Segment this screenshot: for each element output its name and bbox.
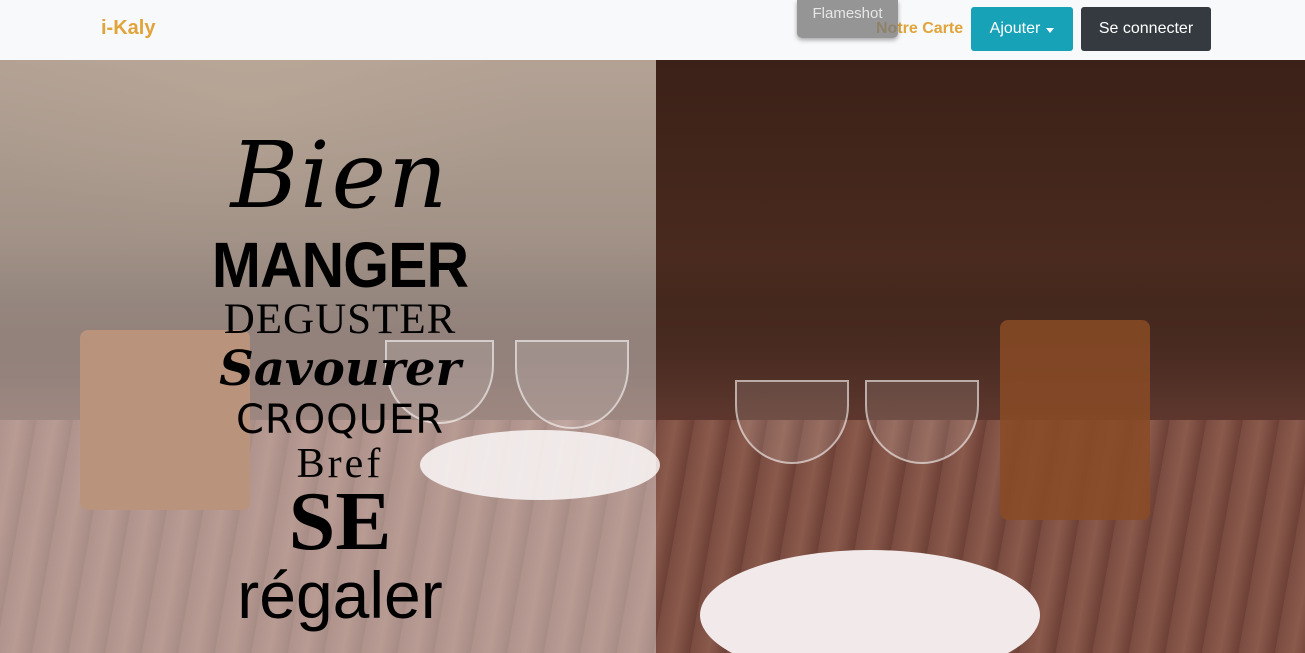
- ajouter-dropdown-button[interactable]: Ajouter: [971, 7, 1073, 51]
- slogan-word: SE: [288, 475, 392, 568]
- hero-slogan: Bien MANGER DEGUSTER Savourer CROQUER Br…: [200, 120, 480, 630]
- brand-logo[interactable]: i-Kaly: [101, 17, 155, 40]
- navbar: i-Kaly Notre Carte Ajouter Se connecter: [0, 0, 1305, 60]
- slogan-word: Savourer: [219, 341, 461, 397]
- ajouter-label: Ajouter: [989, 20, 1041, 37]
- slogan-word: CROQUER: [235, 397, 445, 443]
- caret-down-icon: [1046, 27, 1055, 33]
- slogan-word: DEGUSTER: [223, 296, 457, 343]
- login-button[interactable]: Se connecter: [1081, 7, 1211, 51]
- flameshot-tooltip: Flameshot: [797, 0, 898, 38]
- hero-banner: Bien MANGER DEGUSTER Savourer CROQUER Br…: [0, 60, 1305, 653]
- slogan-word: régaler: [237, 558, 443, 632]
- hero-chair: [1000, 320, 1150, 520]
- login-label: Se connecter: [1098, 20, 1194, 37]
- slogan-word: Bien: [230, 122, 450, 229]
- flameshot-label: Flameshot: [812, 5, 883, 22]
- hero-background-wall-right: [656, 60, 1305, 390]
- slogan-word: MANGER: [211, 229, 469, 301]
